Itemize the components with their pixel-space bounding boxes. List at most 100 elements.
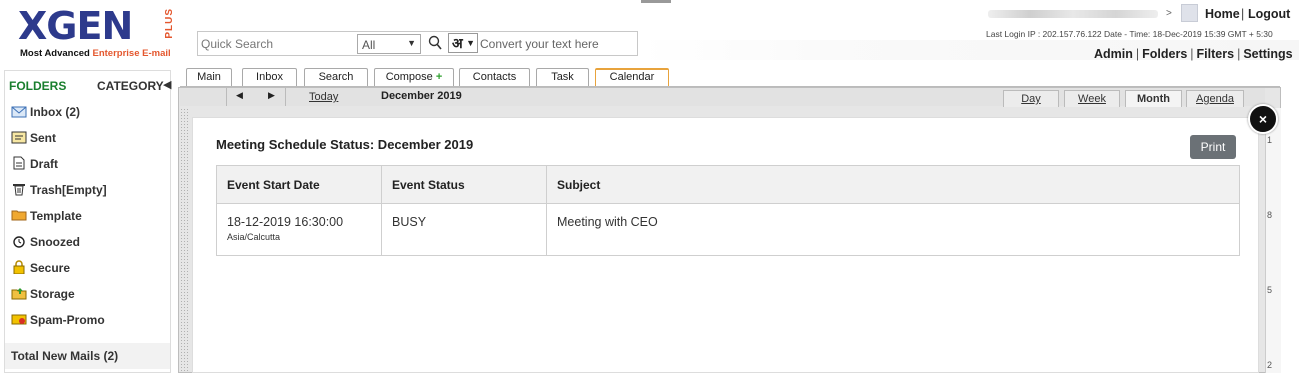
tab-compose[interactable]: Compose + (374, 68, 454, 86)
cell-status: BUSY (382, 204, 547, 255)
print-button[interactable]: Print (1190, 135, 1236, 159)
calendar-grid-edge (180, 108, 188, 373)
filter-value: All (362, 38, 376, 52)
meeting-status-table: Event Start Date Event Status Subject 18… (216, 165, 1240, 256)
quick-search-bar: All ▼ अ ▼ (197, 31, 638, 56)
home-link[interactable]: Home (1205, 7, 1240, 21)
view-month-button[interactable]: Month (1125, 90, 1182, 107)
template-icon (11, 210, 27, 221)
sidebar-item-label: Trash[Empty] (30, 183, 107, 197)
alarm-icon (13, 236, 25, 248)
sidebar-item-inbox[interactable]: Inbox (2) (11, 102, 161, 122)
separator: | (1237, 47, 1241, 61)
tab-label: Main (197, 71, 221, 83)
tab-label: Inbox (256, 71, 283, 83)
chevron-down-icon: ▼ (466, 38, 475, 48)
convert-text-input[interactable] (480, 36, 630, 52)
cell-subject: Meeting with CEO (557, 215, 658, 229)
lock-icon (13, 260, 25, 274)
sidebar-item-label: Inbox (2) (30, 105, 80, 119)
trash-icon (13, 184, 25, 196)
search-icon[interactable] (427, 34, 443, 52)
view-day-button[interactable]: Day (1003, 90, 1059, 107)
view-label: Month (1137, 93, 1170, 105)
tab-label: Search (318, 71, 354, 83)
total-new-mails-label: Total New Mails (2) (11, 349, 119, 363)
hindi-glyph: अ (452, 36, 463, 52)
next-month-icon[interactable]: ▶ (268, 90, 275, 101)
sidebar-item-trash[interactable]: Trash[Empty] (11, 180, 161, 200)
sidebar-item-snoozed[interactable]: Snoozed (11, 232, 161, 252)
sidebar-item-secure[interactable]: Secure (11, 258, 161, 278)
sidebar-item-label: Draft (30, 157, 59, 171)
admin-nav: Admin | Folders | Filters | Settings (1094, 47, 1293, 61)
user-caret[interactable]: > (1166, 8, 1172, 19)
avatar[interactable] (1181, 4, 1198, 22)
tab-label: Calendar (609, 71, 655, 83)
tab-task[interactable]: Task (536, 68, 589, 86)
sidebar-item-label: Sent (30, 131, 57, 145)
collapse-icon[interactable]: ◀ (163, 78, 171, 91)
timezone: Asia/Calcutta (227, 232, 281, 242)
start-datetime: 18-12-2019 16:30:00 (227, 215, 344, 229)
day-number: 5 (1267, 285, 1273, 295)
day-number: 8 (1267, 210, 1273, 220)
category-tab[interactable]: CATEGORY (97, 79, 164, 93)
tab-label: Compose (385, 71, 433, 83)
sidebar-item-storage[interactable]: Storage (11, 284, 161, 304)
table-header: Event Start Date Event Status Subject (217, 166, 1239, 204)
tab-inbox[interactable]: Inbox (242, 68, 297, 86)
storage-folder-icon (11, 288, 27, 300)
sidebar-header: FOLDERS CATEGORY ◀ (5, 71, 172, 97)
today-link[interactable]: Today (309, 91, 338, 103)
folders-link[interactable]: Folders (1142, 47, 1187, 61)
sidebar-item-label: Snoozed (30, 235, 80, 249)
sidebar-item-label: Secure (30, 261, 71, 275)
tab-main[interactable]: Main (186, 68, 232, 86)
plus-icon: + (435, 71, 443, 83)
sidebar-item-draft[interactable]: Draft (11, 154, 161, 174)
modal-title: Meeting Schedule Status: December 2019 (216, 137, 474, 152)
admin-link[interactable]: Admin (1094, 47, 1133, 61)
tab-label: Task (551, 71, 574, 83)
prev-month-icon[interactable]: ◀ (236, 90, 243, 101)
sidebar-item-template[interactable]: Template (11, 206, 161, 226)
day-number: 1 (1267, 135, 1273, 145)
day-number: 2 (1267, 360, 1273, 370)
draft-icon (13, 156, 25, 170)
xgen-logo[interactable]: XGEN PLUS Most Advanced Enterprise E-mai… (14, 6, 175, 62)
sent-icon (11, 131, 27, 144)
sidebar-item-label: Template (30, 209, 82, 223)
view-week-button[interactable]: Week (1064, 90, 1120, 107)
sidebar-item-sent[interactable]: Sent (11, 128, 161, 148)
last-login-info: Last Login IP : 202.157.76.122 Date - Ti… (986, 29, 1273, 39)
settings-link[interactable]: Settings (1243, 47, 1292, 61)
folders-tab[interactable]: FOLDERS (9, 79, 66, 93)
cell-start-date: 18-12-2019 16:30:00 Asia/Calcutta (217, 204, 382, 255)
view-agenda-button[interactable]: Agenda (1186, 90, 1244, 107)
separator: | (1241, 7, 1245, 21)
tagline-accent: Enterprise E-mail (92, 48, 171, 59)
quick-search-input[interactable] (201, 36, 351, 52)
tab-label: Contacts (472, 71, 517, 83)
tab-search[interactable]: Search (304, 68, 368, 86)
sidebar-item-spam-promo[interactable]: Spam-Promo (11, 310, 161, 330)
tab-contacts[interactable]: Contacts (459, 68, 530, 86)
chevron-down-icon: ▼ (407, 38, 416, 48)
language-toggle-button[interactable]: अ ▼ (448, 33, 478, 53)
view-label: Agenda (1196, 93, 1234, 105)
filters-link[interactable]: Filters (1197, 47, 1235, 61)
folder-sidebar: FOLDERS CATEGORY ◀ Inbox (2) Sent Draft … (4, 70, 171, 373)
tab-calendar[interactable]: Calendar (595, 68, 669, 87)
top-notch (641, 0, 671, 3)
tagline-prefix: Most Advanced (20, 48, 90, 59)
total-new-mails: Total New Mails (2) (5, 343, 170, 369)
close-icon[interactable]: × (1248, 104, 1278, 134)
calendar-month-title: December 2019 (381, 90, 462, 102)
calendar-right-column (1265, 108, 1281, 373)
sidebar-item-label: Spam-Promo (30, 313, 105, 327)
column-header-subject: Subject (557, 178, 601, 192)
search-filter-select[interactable]: All ▼ (357, 34, 421, 54)
sidebar-item-label: Storage (30, 287, 75, 301)
logout-link[interactable]: Logout (1248, 7, 1290, 21)
